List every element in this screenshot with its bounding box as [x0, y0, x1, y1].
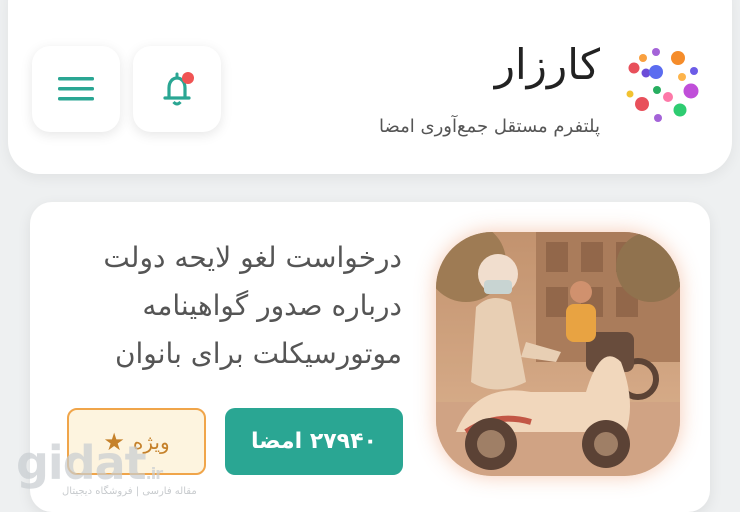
notifications-button[interactable] — [133, 46, 221, 132]
watermark-subtitle: مقاله فارسی | فروشگاه دیجیتال — [62, 486, 197, 497]
brand-tagline: پلتفرم مستقل جمع‌آوری امضا — [379, 116, 600, 137]
bell-icon — [163, 72, 194, 106]
hamburger-menu-icon — [58, 77, 94, 101]
petition-title-line: موتورسیکلت برای بانوان — [114, 337, 402, 370]
brand-logo — [626, 48, 699, 122]
petition-title[interactable]: درخواست لغو لایحه دولت درباره صدور گواهی… — [72, 234, 402, 378]
motorcycle-women-photo — [436, 232, 680, 476]
watermark: gidat.ir مقاله فارسی | فروشگاه دیجیتال — [14, 436, 197, 500]
petition-image[interactable] — [436, 232, 680, 476]
menu-button[interactable] — [32, 46, 120, 132]
sign-count-button[interactable]: ۲۷۹۴۰ امضا — [225, 408, 403, 475]
petition-title-line: درخواست لغو لایحه دولت — [103, 241, 402, 274]
watermark-logo: gidat.ir — [16, 436, 163, 490]
notification-dot — [182, 72, 194, 84]
brand-name: کارزار — [494, 40, 600, 89]
petition-title-line: درباره صدور گواهینامه — [142, 289, 402, 322]
